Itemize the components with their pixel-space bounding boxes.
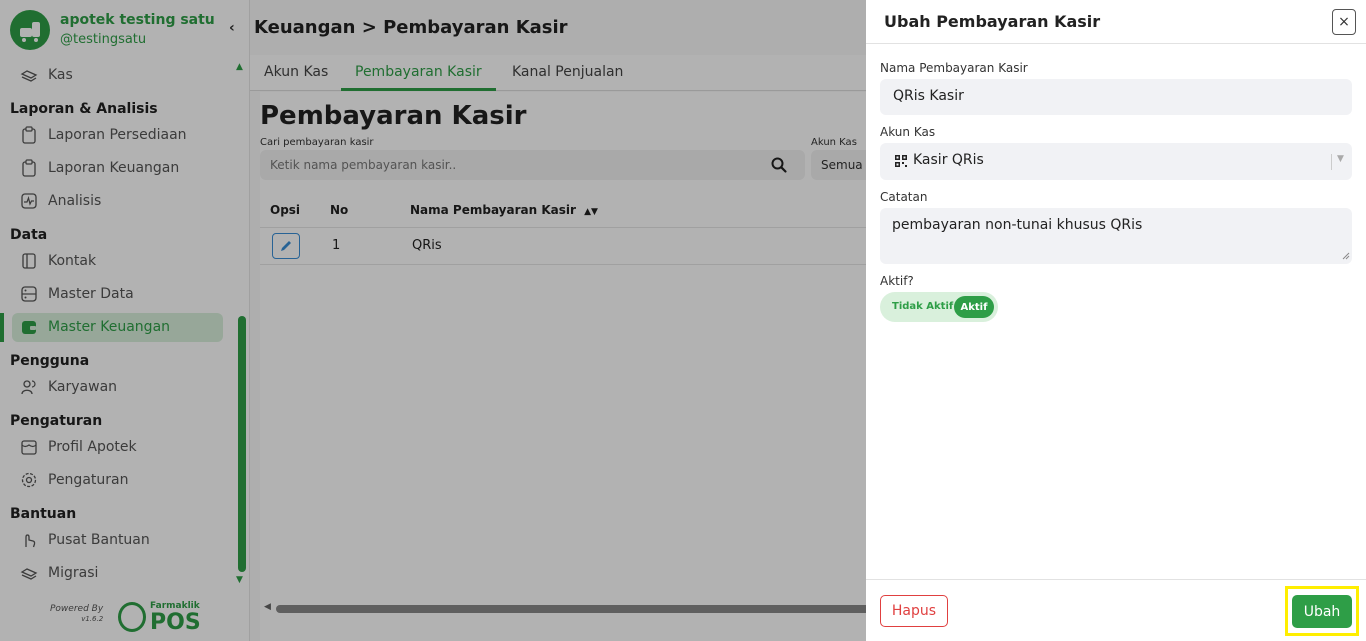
note-label: Catatan: [880, 190, 928, 204]
modal-backdrop[interactable]: [0, 0, 866, 641]
drawer-title: Ubah Pembayaran Kasir: [884, 12, 1101, 31]
select-separator: [1331, 154, 1332, 170]
qr-icon: [895, 155, 907, 167]
akun-kas-value: Kasir QRis: [913, 152, 984, 168]
edit-drawer: Ubah Pembayaran Kasir × Nama Pembayaran …: [866, 0, 1366, 641]
akun-kas-label: Akun Kas: [880, 125, 936, 139]
drawer-header: Ubah Pembayaran Kasir ×: [866, 0, 1366, 44]
resize-handle-icon[interactable]: [1342, 252, 1350, 260]
active-toggle[interactable]: Tidak Aktif Aktif: [880, 292, 998, 322]
delete-button[interactable]: Hapus: [880, 595, 948, 627]
note-value: pembayaran non-tunai khusus QRis: [892, 217, 1143, 233]
close-icon: ×: [1338, 14, 1350, 30]
drawer-footer: Hapus Ubah: [866, 579, 1366, 641]
toggle-on-label[interactable]: Aktif: [954, 296, 994, 318]
name-field-label: Nama Pembayaran Kasir: [880, 61, 1028, 75]
name-field[interactable]: QRis Kasir: [880, 79, 1352, 115]
name-field-value: QRis Kasir: [893, 88, 964, 104]
note-textarea[interactable]: pembayaran non-tunai khusus QRis: [880, 208, 1352, 264]
active-label: Aktif?: [880, 274, 914, 288]
chevron-down-icon[interactable]: ▼: [1337, 154, 1344, 164]
submit-button[interactable]: Ubah: [1292, 595, 1352, 628]
toggle-off-label[interactable]: Tidak Aktif: [892, 301, 953, 312]
akun-kas-select[interactable]: Kasir QRis ▼: [880, 143, 1352, 180]
close-button[interactable]: ×: [1332, 9, 1356, 35]
